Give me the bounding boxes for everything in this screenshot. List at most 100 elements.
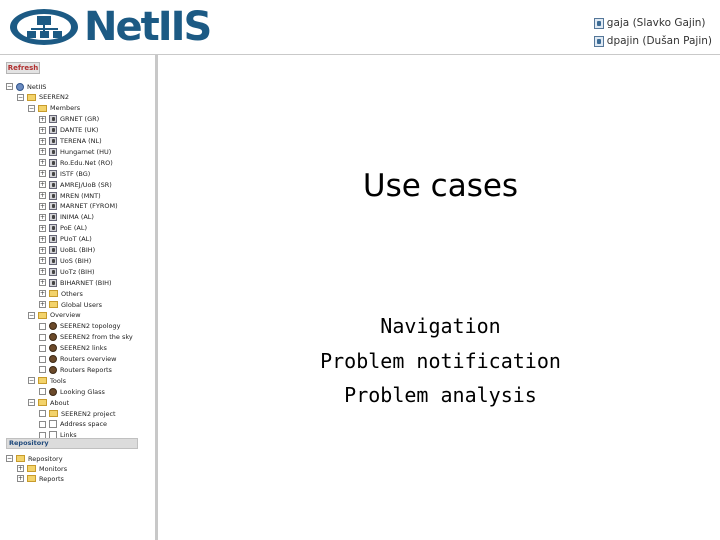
expand-icon[interactable]: + <box>39 257 46 265</box>
expand-icon[interactable]: + <box>39 246 46 254</box>
tree-item[interactable]: + DANTE (UK) <box>39 125 98 136</box>
tree-item[interactable]: Looking Glass <box>39 386 105 397</box>
tree-item[interactable]: Address space <box>39 419 107 430</box>
tree-item-label: SEEREN2 project <box>61 409 116 418</box>
tree-item[interactable]: + MREN (MNT) <box>39 190 101 201</box>
expand-icon[interactable]: + <box>39 279 46 287</box>
tree-item-label: Hungarnet (HU) <box>60 147 112 156</box>
tree-item[interactable]: − Overview <box>28 310 81 321</box>
expand-icon[interactable]: + <box>17 475 24 482</box>
member-icon <box>49 158 57 167</box>
folder-icon <box>27 93 36 101</box>
tree-item[interactable]: − Members <box>28 103 80 114</box>
collapse-icon[interactable]: − <box>28 377 35 385</box>
tree-item[interactable]: − About <box>28 397 69 408</box>
expand-icon[interactable]: + <box>39 301 46 308</box>
tree-item[interactable]: − SEEREN2 <box>17 92 69 103</box>
tree-item[interactable]: + AMREJ/UoB (SR) <box>39 179 112 190</box>
expand-icon[interactable]: + <box>39 148 46 156</box>
tree-item[interactable]: + UoTz (BIH) <box>39 266 95 277</box>
tree-item[interactable]: + Reports <box>17 473 64 484</box>
collapse-icon[interactable]: − <box>6 83 13 90</box>
expand-icon[interactable]: + <box>39 126 46 134</box>
tree-item[interactable]: − Tools <box>28 375 66 386</box>
expand-icon[interactable]: + <box>39 192 46 199</box>
tree-item-label: Ro.Edu.Net (RO) <box>60 158 113 167</box>
tree-item[interactable]: + INIMA (AL) <box>39 212 94 223</box>
expand-icon[interactable]: + <box>17 465 24 472</box>
member-icon <box>49 169 57 178</box>
collapse-icon[interactable]: − <box>17 93 24 101</box>
member-icon <box>49 115 57 124</box>
tree-item-label: NetIIS <box>27 82 47 91</box>
tree-item[interactable]: + UoS (BIH) <box>39 255 91 266</box>
tree-item-label: PoE (AL) <box>60 224 87 233</box>
repository-header: Repository <box>6 438 138 449</box>
user-link[interactable]: gaja (Slavko Gajin) <box>593 16 712 30</box>
tree-item-label: Address space <box>60 420 108 429</box>
tree-item[interactable]: SEEREN2 links <box>39 343 107 354</box>
expand-icon[interactable]: + <box>39 115 46 123</box>
expand-icon[interactable]: + <box>39 235 46 243</box>
tree-item[interactable]: + BIHARNET (BIH) <box>39 277 112 288</box>
folder-icon <box>38 377 47 385</box>
expand-icon[interactable]: + <box>39 170 46 178</box>
tree-item-label: UoBL (BIH) <box>60 246 96 254</box>
tree-item[interactable]: SEEREN2 project <box>39 408 116 419</box>
user-name: dpajin (Dušan Pajin) <box>606 35 712 47</box>
tree-item[interactable]: − NetIIS <box>6 81 46 92</box>
tree-item-label: UoS (BIH) <box>60 256 92 265</box>
expand-icon[interactable]: + <box>39 213 46 221</box>
tree-item-label: TERENA (NL) <box>60 137 102 145</box>
tree-item[interactable]: + Others <box>39 288 83 299</box>
expand-icon[interactable]: + <box>39 290 46 298</box>
expand-icon[interactable]: + <box>39 159 46 167</box>
member-icon <box>49 278 57 287</box>
tree-item[interactable]: SEEREN2 from the sky <box>39 332 133 343</box>
expand-icon[interactable]: + <box>39 224 46 232</box>
expand-icon[interactable]: + <box>39 268 46 276</box>
tree-item[interactable]: + ISTF (BG) <box>39 168 90 179</box>
tree-item[interactable]: + Hungarnet (HU) <box>39 146 111 157</box>
expand-icon[interactable]: + <box>39 181 46 189</box>
page-title: Use cases <box>362 168 519 204</box>
member-icon <box>49 202 57 211</box>
tree-item-label: PUoT (AL) <box>60 235 92 244</box>
tree-item[interactable]: + PoE (AL) <box>39 223 87 234</box>
member-icon <box>49 246 57 254</box>
collapse-icon[interactable]: − <box>28 104 35 112</box>
network-icon <box>49 387 57 396</box>
leaf-box-icon <box>39 388 46 396</box>
tree-item[interactable]: + Ro.Edu.Net (RO) <box>39 157 113 168</box>
user-link[interactable]: dpajin (Dušan Pajin) <box>593 34 712 48</box>
tree-item-label: Members <box>50 104 81 113</box>
member-icon <box>49 267 57 276</box>
folder-icon <box>27 465 36 472</box>
tree-item-label: SEEREN2 <box>39 93 69 102</box>
collapse-icon[interactable]: − <box>28 311 35 319</box>
tree-item[interactable]: + GRNET (GR) <box>39 114 99 125</box>
tree-item-label: INIMA (AL) <box>60 213 94 222</box>
tree-item[interactable]: + MARNET (FYROM) <box>39 201 118 212</box>
tree-item[interactable]: + TERENA (NL) <box>39 136 102 147</box>
tree-item[interactable]: Routers Reports <box>39 364 112 375</box>
tree-item[interactable]: + UoBL (BIH) <box>39 245 95 256</box>
tree-item[interactable]: + PUoT (AL) <box>39 234 92 245</box>
expand-icon[interactable]: + <box>39 202 46 210</box>
tree-item-label: SEEREN2 from the sky <box>60 333 133 342</box>
logged-users: gaja (Slavko Gajin) dpajin (Dušan Pajin) <box>593 16 712 52</box>
tree-item[interactable]: Routers overview <box>39 354 116 365</box>
user-icon <box>593 35 604 47</box>
expand-icon[interactable]: + <box>39 137 46 145</box>
logo-text: NetIIS <box>84 4 212 50</box>
member-icon <box>49 137 57 145</box>
member-icon <box>49 256 57 265</box>
refresh-button[interactable]: Refresh <box>6 62 40 74</box>
tree-item[interactable]: SEEREN2 topology <box>39 321 120 332</box>
tree-item[interactable]: + Global Users <box>39 299 102 310</box>
tree-item-label: Routers Reports <box>60 365 112 374</box>
leaf-box-icon <box>39 410 46 417</box>
collapse-icon[interactable]: − <box>6 455 13 462</box>
member-icon <box>49 213 57 222</box>
collapse-icon[interactable]: − <box>28 399 35 407</box>
